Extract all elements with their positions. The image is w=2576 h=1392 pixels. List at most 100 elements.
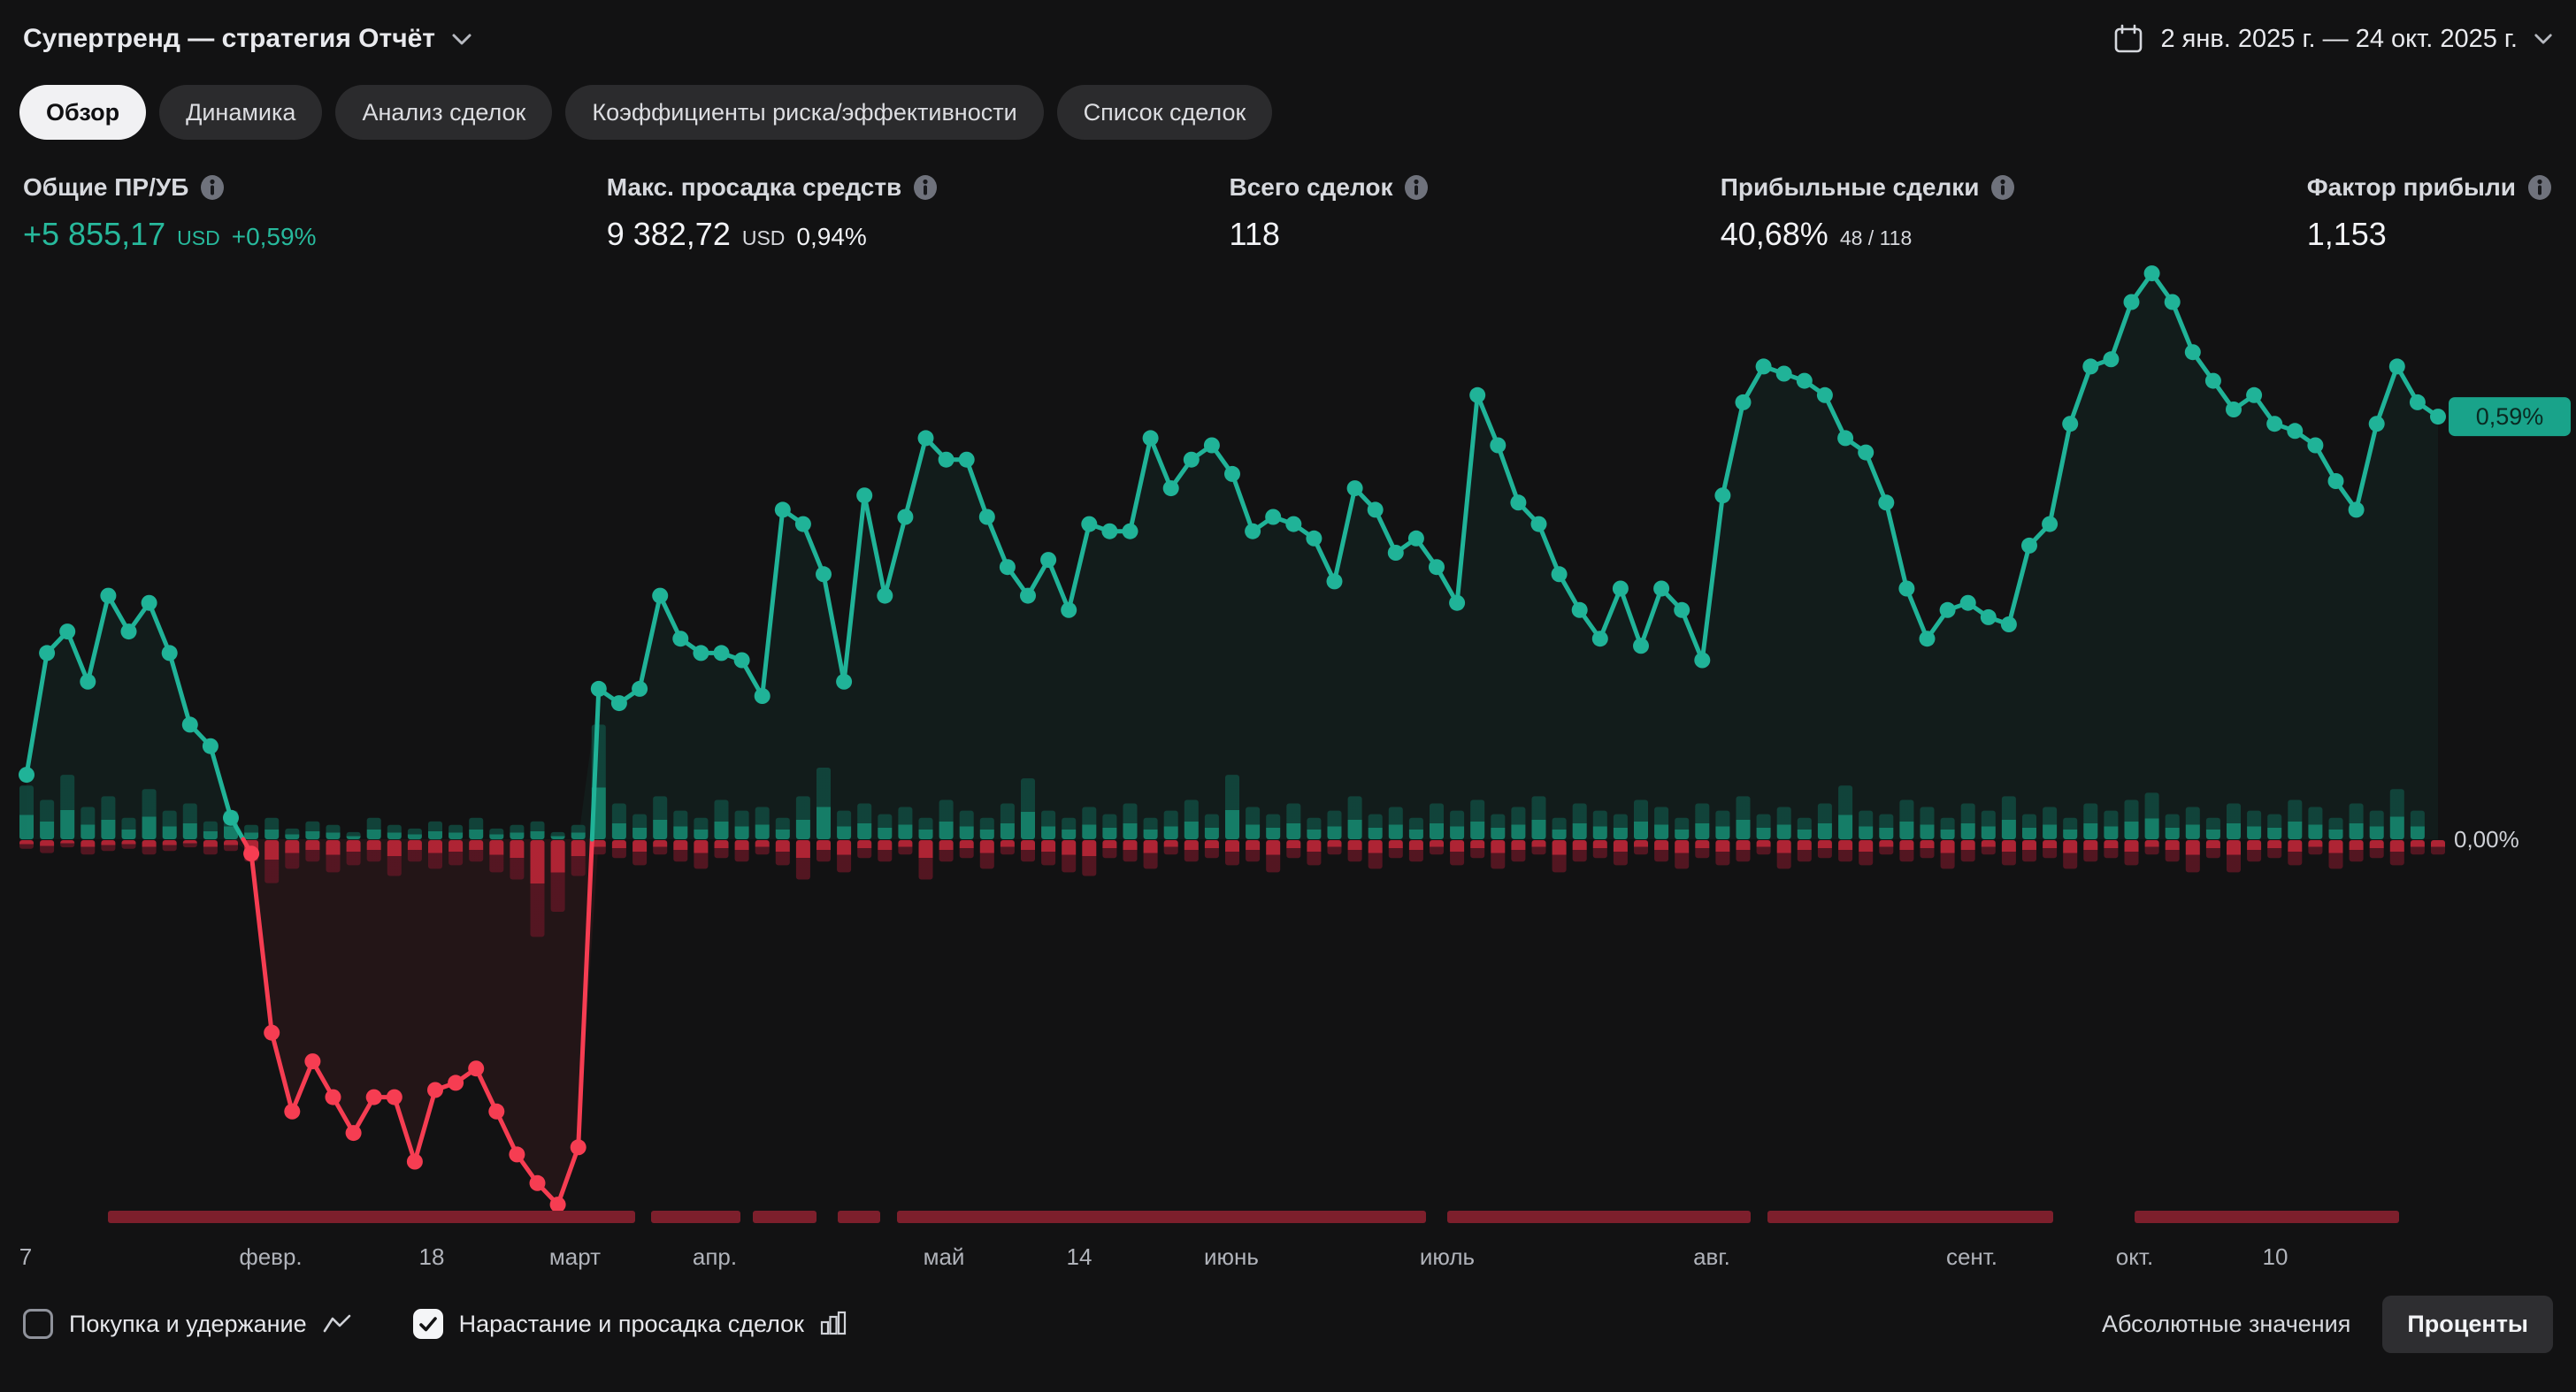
trade-runup-bar (1205, 815, 1219, 839)
trade-runup-bar (1777, 807, 1791, 839)
trade-drawdown-bar (2411, 840, 2425, 854)
equity-marker (1878, 494, 1894, 510)
trade-drawdown-bar (939, 840, 954, 861)
calendar-icon (2112, 23, 2144, 55)
tab-overview[interactable]: Обзор (19, 85, 146, 140)
equity-marker (1040, 552, 1056, 568)
equity-marker (1531, 516, 1547, 532)
trade-drawdown-bar (408, 840, 422, 861)
x-axis-label: авг. (1693, 1243, 1730, 1270)
trade-drawdown-bar (183, 840, 197, 847)
trade-drawdown-bar (2166, 840, 2180, 861)
trade-runup-bar (2104, 811, 2118, 839)
trade-runup-bar (2083, 804, 2097, 840)
absolute-values-button[interactable]: Абсолютные значения (2102, 1311, 2350, 1338)
chevron-down-icon (2534, 33, 2553, 45)
trade-drawdown-bar (1123, 840, 1138, 861)
trade-drawdown-bar (2125, 840, 2139, 865)
tab-performance[interactable]: Динамика (159, 85, 322, 140)
trade-runup-bar (2390, 789, 2404, 839)
equity-marker (1020, 588, 1036, 604)
trade-drawdown-bar (898, 840, 912, 854)
metric-value: 1,153 (2307, 216, 2387, 253)
x-axis-label: февр. (239, 1243, 302, 1270)
tab-trade-list[interactable]: Список сделок (1057, 85, 1273, 140)
trade-drawdown-bar (2227, 840, 2241, 872)
equity-marker (939, 452, 954, 468)
line-chart-icon (323, 1314, 351, 1334)
cumulative-drawdown-toggle[interactable]: Нарастание и просадка сделок (413, 1309, 847, 1339)
percent-button[interactable]: Проценты (2382, 1296, 2553, 1353)
trade-runup-bar (837, 811, 851, 839)
trade-drawdown-bar (1348, 840, 1362, 861)
trade-runup-bar (1838, 785, 1852, 839)
buy-hold-checkbox[interactable] (23, 1309, 53, 1339)
x-axis-label: июнь (1204, 1243, 1259, 1270)
cumulative-drawdown-checkbox[interactable] (413, 1309, 443, 1339)
equity-marker (121, 623, 137, 639)
trade-runup-bar (1307, 818, 1321, 839)
trade-drawdown-bar (1430, 840, 1444, 854)
info-icon[interactable] (1990, 174, 2016, 201)
trade-runup-bar (367, 818, 381, 839)
date-range-picker[interactable]: 2 янв. 2025 г. — 24 окт. 2025 г. (2112, 23, 2553, 55)
equity-marker (836, 674, 852, 690)
page-title: Супертренд — стратегия Отчёт (23, 24, 435, 54)
trade-drawdown-bar (1879, 840, 1893, 854)
info-icon[interactable] (912, 174, 939, 201)
trade-drawdown-bar (1470, 840, 1484, 858)
trade-drawdown-bar (101, 840, 115, 851)
trade-runup-bar (1368, 815, 1383, 839)
tab-risk-ratios[interactable]: Коэффициенты риска/эффективности (565, 85, 1043, 140)
trade-runup-bar (1491, 815, 1505, 839)
trade-runup-bar (1184, 800, 1199, 840)
trade-drawdown-bar (1511, 840, 1525, 861)
equity-marker (591, 681, 607, 697)
trade-drawdown-bar (1328, 840, 1342, 854)
strategy-title-dropdown[interactable]: Супертренд — стратегия Отчёт (23, 24, 472, 54)
trade-runup-bar (1123, 804, 1138, 840)
trade-runup-bar (776, 818, 790, 839)
metric-value: 40,68% (1721, 216, 1828, 253)
trade-runup-bar (285, 829, 299, 839)
trade-drawdown-bar (122, 840, 136, 849)
drawdown-duration-strip (651, 1211, 740, 1223)
trade-drawdown-bar (1041, 840, 1055, 865)
trade-runup-bar (60, 775, 74, 839)
trade-drawdown-bar (1920, 840, 1935, 858)
trade-drawdown-bar (326, 840, 341, 872)
trade-drawdown-bar (2390, 840, 2404, 865)
equity-marker (1592, 631, 1608, 646)
drawdown-duration-strip (2135, 1211, 2399, 1223)
buy-hold-toggle[interactable]: Покупка и удержание (23, 1309, 351, 1339)
equity-marker (223, 810, 239, 826)
trade-drawdown-bar (469, 840, 483, 861)
equity-marker (1265, 509, 1281, 525)
trade-runup-bar (326, 825, 341, 839)
metric-label: Фактор прибыли (2307, 173, 2516, 202)
equity-marker (959, 452, 975, 468)
trade-runup-bar (1757, 815, 1771, 839)
equity-marker (530, 1175, 546, 1191)
equity-marker (2349, 501, 2365, 517)
trade-runup-bar (1695, 804, 1709, 840)
trade-runup-bar (1920, 807, 1935, 839)
trade-drawdown-bar (510, 840, 524, 880)
trade-drawdown-bar (1838, 840, 1852, 861)
metric-ratio: 48 / 118 (1840, 226, 1912, 250)
equity-marker (59, 623, 75, 639)
equity-chart[interactable]: 7февр.18мартапр.май14июньиюльавг.сент.ок… (0, 260, 2576, 1277)
trade-drawdown-bar (264, 840, 279, 883)
trade-drawdown-bar (1695, 840, 1709, 858)
x-axis-label: 18 (419, 1243, 445, 1270)
info-icon[interactable] (2526, 174, 2553, 201)
trade-runup-bar (408, 829, 422, 839)
info-icon[interactable] (199, 174, 226, 201)
info-icon[interactable] (1403, 174, 1430, 201)
trade-drawdown-bar (40, 840, 54, 853)
trade-runup-bar (1614, 815, 1628, 839)
x-axis-label: апр. (693, 1243, 737, 1270)
trade-runup-bar (1021, 778, 1035, 839)
trade-drawdown-bar (837, 840, 851, 872)
tab-trade-analysis[interactable]: Анализ сделок (335, 85, 552, 140)
